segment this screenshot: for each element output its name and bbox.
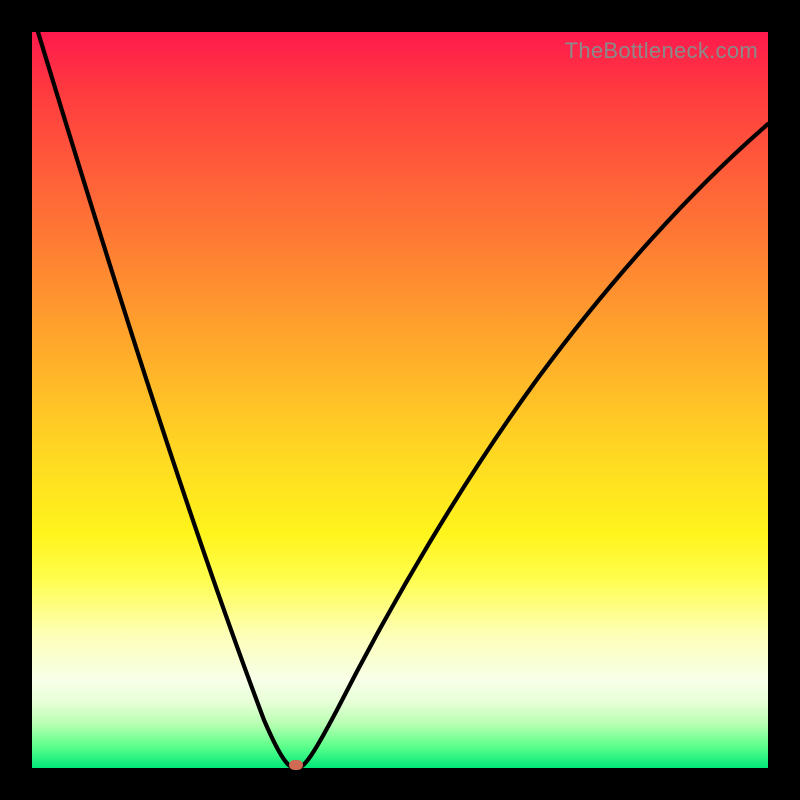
watermark-text: TheBottleneck.com	[565, 38, 758, 64]
curve-path	[38, 32, 768, 766]
chart-frame: TheBottleneck.com	[0, 0, 800, 800]
bottleneck-curve	[32, 32, 768, 768]
optimal-marker	[289, 760, 303, 770]
plot-area: TheBottleneck.com	[32, 32, 768, 768]
